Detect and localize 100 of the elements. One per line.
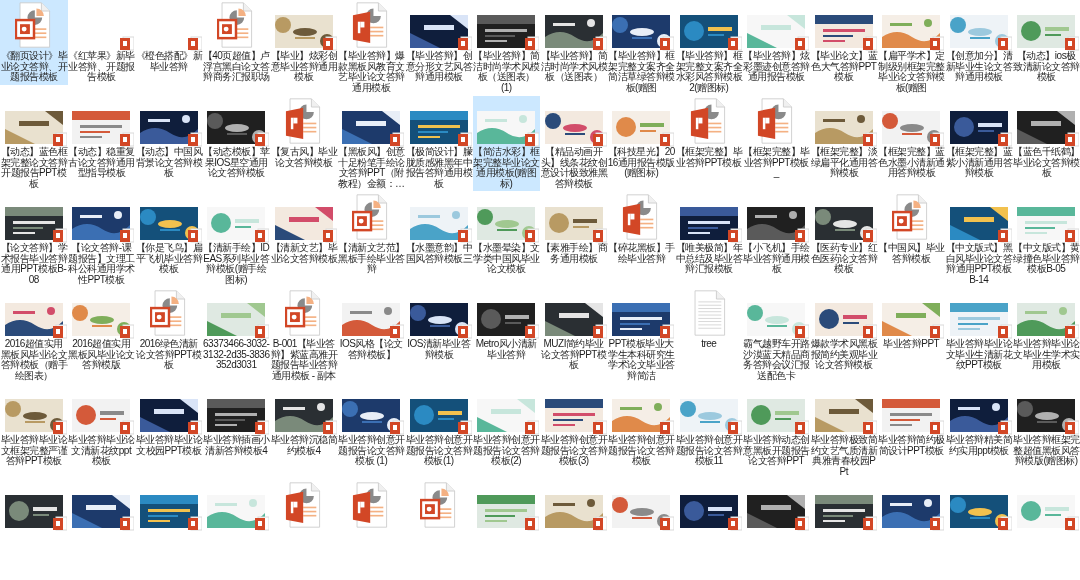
file-item[interactable]: 【素雅手绘】商务通用模板: [540, 192, 608, 266]
file-item[interactable]: 【动态】ios极致清新论文答辩模板: [1012, 0, 1080, 85]
file-item[interactable]: 【动态】中国风背景论文答辩模板: [135, 96, 203, 181]
file-item[interactable]: 【毕业答辩】简洁时尚学术风模板（送图表）: [540, 0, 608, 85]
file-name: 【黑板风】创意十足粉笔手绘论文答辩PPT（附教程）金额：…: [337, 147, 405, 189]
powerpoint-badge-icon: [390, 132, 405, 147]
file-item[interactable]: 【水墨晕染】文学类中国风毕业论文模板: [472, 192, 540, 277]
file-item[interactable]: 毕业答辩创意开题报告论文答辩模板(1): [405, 384, 473, 469]
file-item[interactable]: 【科技星光】2016通用报告模版(赠图标): [607, 96, 675, 181]
file-item[interactable]: 【毕业答辩】框架完整文案齐全水彩风答辩模板2(赠图标): [675, 0, 743, 95]
file-item[interactable]: 【碎花黑板】手绘毕业答辩: [607, 192, 675, 266]
file-item[interactable]: 毕业答辩创意开题报告论文答辩模板(3): [540, 384, 608, 469]
file-item[interactable]: 毕业答辩创意开题报告论文答辩模板 (1): [337, 384, 405, 469]
file-item[interactable]: 《红苹果》新毕业答辩、开题报告模板: [67, 0, 135, 85]
file-item[interactable]: B-001【毕业答辩】紫蓝高雅开题报告毕业答辩通用模板 - 副本: [270, 288, 338, 383]
file-item[interactable]: MUZI简约毕业论文答辩PPT模板: [540, 288, 608, 373]
file-item[interactable]: 毕业答辩沉稳简约模板4: [270, 384, 338, 458]
file-item[interactable]: 【毕业答辩】炫彩墨迹创意答辩通用报告模板: [742, 0, 810, 85]
file-item[interactable]: 毕业答辩毕业论文毕业生学术实用模板: [1012, 288, 1080, 373]
file-item[interactable]: 毕业答辩毕业论文校园PPT模板: [135, 384, 203, 458]
file-item[interactable]: 毕业答辩框架完整超值黑板风答辩模版(赠图标): [1012, 384, 1080, 469]
file-item[interactable]: 《橙色搭配》新毕业答辩: [135, 0, 203, 74]
file-item[interactable]: 【论文答辩-课题报告】文理工科公科通用学术性PPT模板: [67, 192, 135, 287]
file-item[interactable]: 【框架完整】蓝紫小清新通用答辩模板: [945, 96, 1013, 181]
file-item[interactable]: tree: [675, 288, 743, 352]
file-name: 毕业答辩创意开题报告论文答辩模板: [607, 435, 675, 467]
powerpoint-badge-icon: [120, 36, 135, 51]
file-name: 【动态】稳重复古论文答辩通用型指导模板: [67, 147, 135, 179]
file-item[interactable]: 【黑板风】创意十足粉笔手绘论文答辩PPT（附教程）金额：…: [337, 96, 405, 191]
file-item[interactable]: 毕业答辩插画小清新答辩模板4: [202, 384, 270, 458]
file-item[interactable]: 【精品动画开头】线条花纹创意设计极致雅黑答辩模板: [540, 96, 608, 191]
file-item[interactable]: PPT模板毕业大学生本科研究生学术论文毕业答辩简洁: [607, 288, 675, 383]
file-item[interactable]: 毕业答辩PPT: [877, 288, 945, 352]
file-item[interactable]: 【扁平学术】定制级别框架完整毕业论文答辩模板(赠图: [877, 0, 945, 95]
file-item[interactable]: IOS清新毕业答辩模板: [405, 288, 473, 362]
file-item[interactable]: 【毕业答辩】创意分形文艺风答辩通用模板: [405, 0, 473, 85]
powerpoint-badge-icon: [727, 420, 742, 435]
file-item[interactable]: 【创意加分】清新毕业生论文答辩通用模板: [945, 0, 1013, 85]
file-item[interactable]: Metro风小清新毕业答辩: [472, 288, 540, 362]
file-item[interactable]: 《翻页设计》毕业论文答辩、开题报告模板: [0, 0, 68, 85]
file-name: 【医药专业】红色医药论文答辩模板: [810, 243, 878, 275]
powerpoint-badge-icon: [390, 324, 405, 339]
file-item[interactable]: 【动态】稳重复古论文答辩通用型指导模板: [67, 96, 135, 181]
file-item[interactable]: 【框架完整】蓝色水墨小清新通用答辩模板: [877, 96, 945, 181]
file-item[interactable]: 毕业答辩精美简约实用ppt模板: [945, 384, 1013, 458]
file-item[interactable]: 毕业答辩简约极简设计PPT模板: [877, 384, 945, 458]
file-item[interactable]: IOS风格【论文答辩模板】: [337, 288, 405, 362]
file-item[interactable]: 【你是飞鸟】扁平飞机毕业答辩模板: [135, 192, 203, 277]
file-item[interactable]: 毕业答辩创意开题报告论文答辩模板(2): [472, 384, 540, 469]
file-item[interactable]: 【毕业答辩】爆款黑板风教育文艺毕业论文答辩通用模板: [337, 0, 405, 95]
file-item[interactable]: 【框架完整】淡绿扁平化通用答辩模板: [810, 96, 878, 181]
file-item[interactable]: 毕业答辩动态创意黑板开题报告论文答辩PPT: [742, 384, 810, 469]
file-item[interactable]: 毕业答辩毕业论文框架完整严谨答辩PPT模板: [0, 384, 68, 469]
file-name: 【论文答辩-课题报告】文理工科公科通用学术性PPT模板: [68, 243, 135, 285]
file-item[interactable]: 【水墨意韵】中国风答辩模板三: [405, 192, 473, 266]
file-item[interactable]: 2016绿色清新论文答辩PPT模板: [135, 288, 203, 373]
file-item[interactable]: 【唯美极简】年中总结及毕业答辩汇报模板: [675, 192, 743, 277]
file-item[interactable]: 【毕业答辩】框架完整文案齐全简洁草绿答辩模板(赠图: [607, 0, 675, 95]
file-item[interactable]: 毕业答辩毕业论文毕业生清新花纹PPT模板: [945, 288, 1013, 373]
file-item[interactable]: 毕业答辩创意开题报告论文答辩模板: [607, 384, 675, 469]
file-item[interactable]: 【40页超值】卢浮宫黑白论文答辩商务汇报职场: [202, 0, 270, 85]
file-item[interactable]: 爆款学术风黑板报简约美观毕业论文答辩模板: [810, 288, 878, 373]
file-item[interactable]: 毕业答辩创意开题报告论文答辩模板11: [675, 384, 743, 469]
file-item[interactable]: 【极简设计】朦胧质感雅黑年中报告答辩通用模板: [405, 96, 473, 191]
file-item[interactable]: 2016超值实用黑板风毕业论文答辩模板（赠手绘图表）: [0, 288, 68, 383]
file-item[interactable]: 【中国风】毕业答辩模板: [877, 192, 945, 266]
file-item[interactable]: 【清新文艺范】黑板手绘毕业答辩: [337, 192, 405, 277]
powerpoint-badge-icon: [322, 420, 337, 435]
file-item[interactable]: 【框架完整】毕业答辩PPT模板_: [742, 96, 810, 181]
file-item[interactable]: 【毕业答辩】简洁时尚学术风模板（送图表）(1): [472, 0, 540, 95]
file-item[interactable]: 【清新文艺】毕业论文答辩模板: [270, 192, 338, 266]
file-item[interactable]: 【中文版式】黑白风毕业论文答辩通用PPT模板B-14: [945, 192, 1013, 287]
file-item[interactable]: 【简洁水彩】框架完整毕业论文通用模板(赠图标): [472, 96, 540, 191]
file-name: 【创意加分】清新毕业生论文答辩通用模板: [945, 51, 1013, 83]
file-item[interactable]: 【医药专业】红色医药论文答辩模板: [810, 192, 878, 277]
powerpoint-badge-icon: [322, 36, 337, 51]
powerpoint-badge-icon: [660, 324, 675, 339]
file-item[interactable]: 霸气越野车开路沙漠蓝天精品商务答辩会议汇报送配色卡: [742, 288, 810, 383]
powerpoint-badge-icon: [660, 132, 675, 147]
file-item[interactable]: 【毕业论文】蓝色大气答辩PPT模板: [810, 0, 878, 85]
file-item[interactable]: 【小飞机】手绘毕业答辩通用模板: [742, 192, 810, 277]
powerpoint-badge-icon: [592, 228, 607, 243]
file-item[interactable]: 【蓝色千纸鹤】毕业论文答辩模板: [1012, 96, 1080, 181]
file-item[interactable]: 毕业答辩极致简约文艺气质清新典雅青春校园PPt: [810, 384, 878, 479]
file-name: 【框架完整】蓝色水墨小清新通用答辩模板: [877, 147, 945, 179]
file-item[interactable]: 【毕业】炫彩创意毕业答辩通用模板: [270, 0, 338, 85]
powerpoint-badge-icon: [592, 132, 607, 147]
file-item[interactable]: 2016超值实用黑板风毕业论文答辩模版: [67, 288, 135, 373]
file-item[interactable]: 【动态模板】苹果IOS星空通用论文答辩模板: [202, 96, 270, 181]
file-item[interactable]: 【论文答辩】学术报告毕业答辩通用PPT模板B-08: [0, 192, 68, 287]
powerpoint-badge-icon: [120, 132, 135, 147]
file-item[interactable]: 【清新手绘】IDEAS系列毕业答辩模板(赠手绘图标): [202, 192, 270, 287]
file-item[interactable]: 【动态】蓝色框架完整论文答辩开题报告PPT模板: [0, 96, 68, 191]
powerpoint-badge-icon: [660, 420, 675, 435]
file-item[interactable]: 毕业答辩毕业论文清新花纹ppt模板: [67, 384, 135, 469]
file-item[interactable]: 【复古风】毕业论文答辩模板: [270, 96, 338, 170]
powerpoint-badge-icon: [52, 324, 67, 339]
file-item[interactable]: 【框架完整】毕业答辩PPT模板: [675, 96, 743, 170]
file-item[interactable]: 63373466-3032-3132-2d35-3836352d3031: [202, 288, 270, 373]
file-item[interactable]: 【中文版式】黄绿撞色毕业答辩模板B-05: [1012, 192, 1080, 277]
